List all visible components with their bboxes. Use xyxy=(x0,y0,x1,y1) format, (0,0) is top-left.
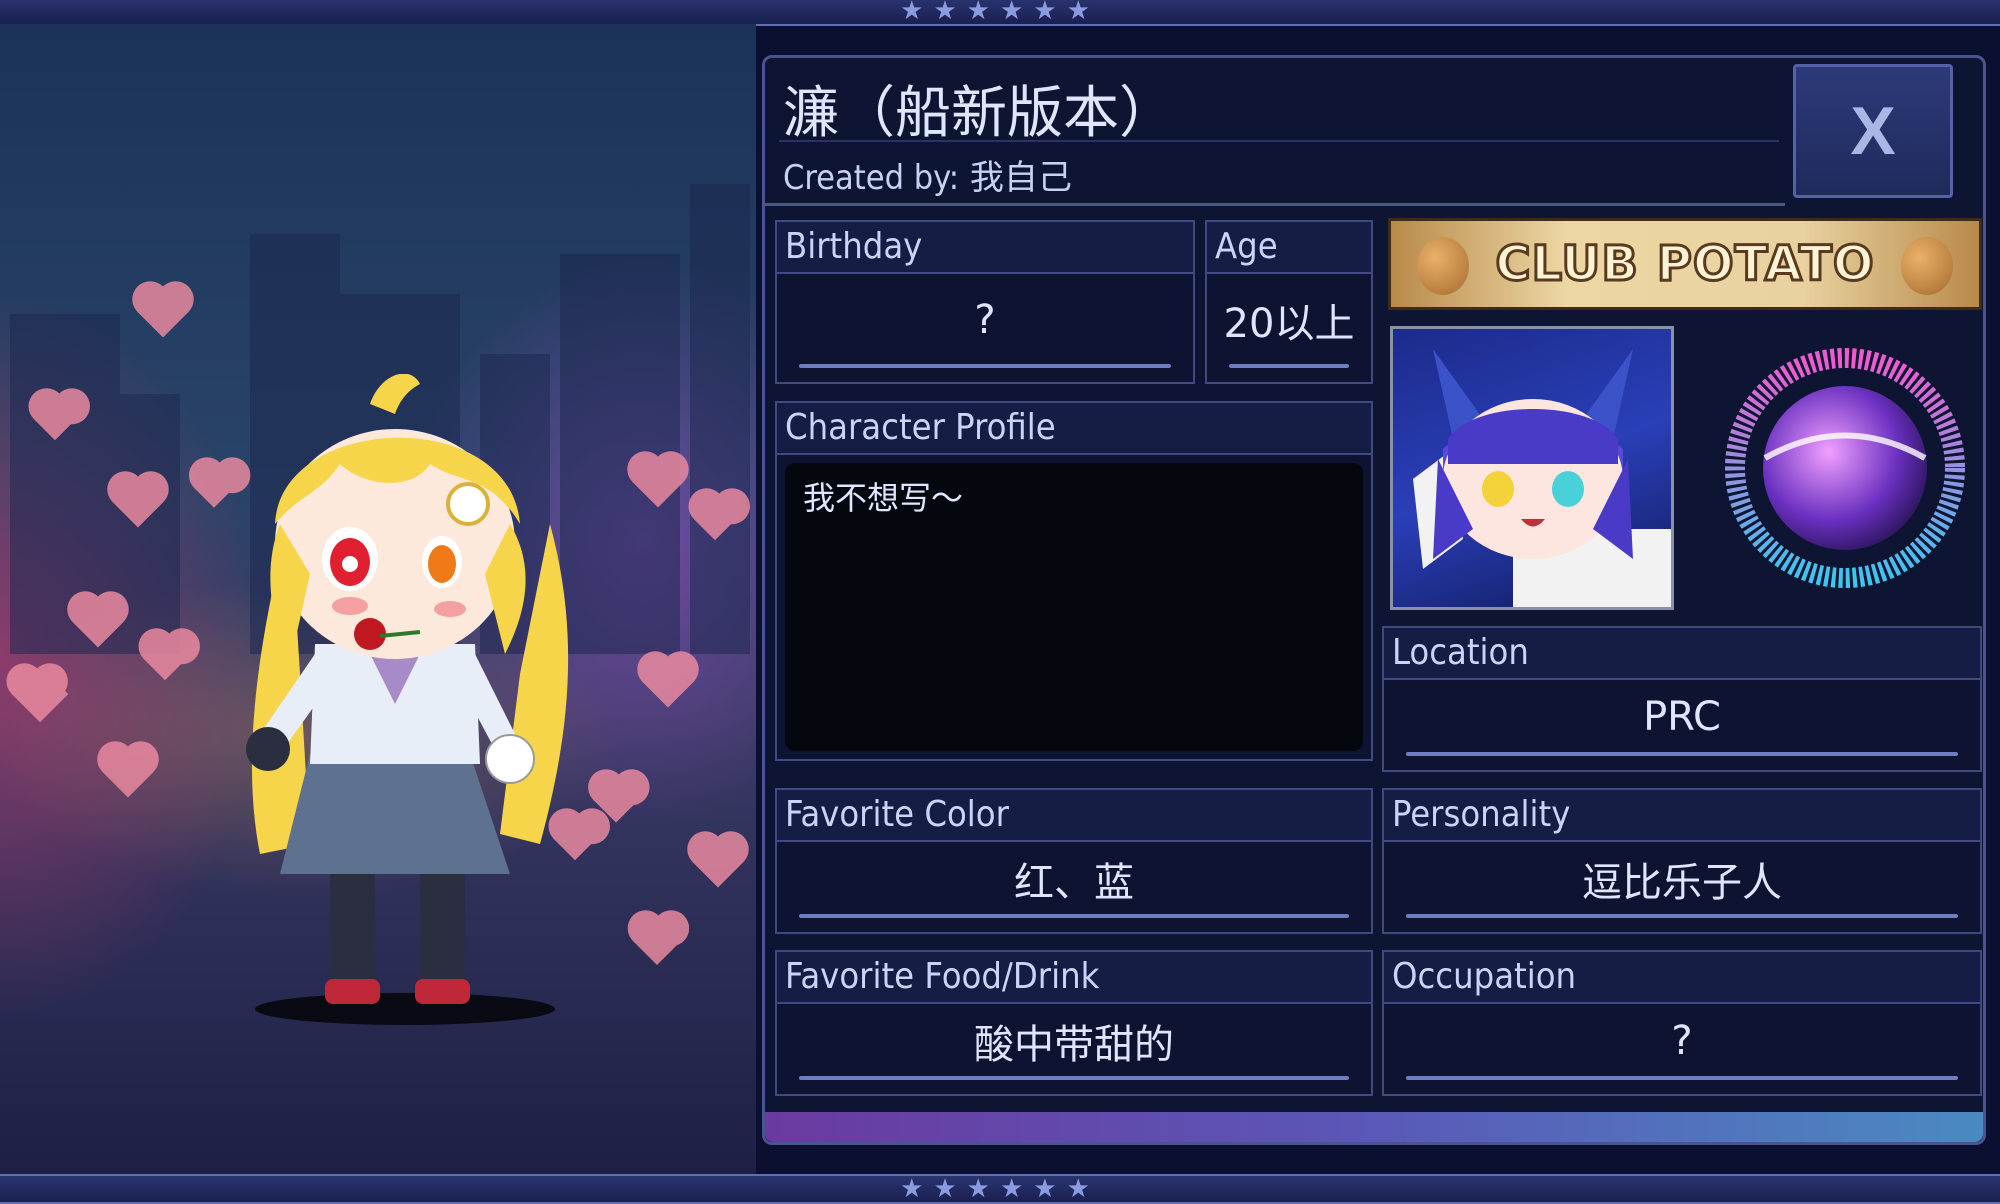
character-profile-label: Character Profile xyxy=(777,403,1371,455)
top-decor-bar: ★★★★★★ xyxy=(0,0,2000,26)
age-value[interactable]: 20以上 xyxy=(1207,274,1371,366)
location-field: Location PRC xyxy=(1382,626,1982,772)
personality-value[interactable]: 逗比乐子人 xyxy=(1384,842,1980,916)
panel-footer-bar xyxy=(765,1112,1983,1142)
created-by-label: Created by: xyxy=(783,158,960,198)
title-area: 濂（船新版本） Created by: 我自己 xyxy=(765,58,1785,206)
age-label: Age xyxy=(1207,222,1371,274)
occupation-field: Occupation ? xyxy=(1382,950,1982,1096)
favorite-color-value[interactable]: 红、蓝 xyxy=(777,842,1371,916)
character-profile-field: Character Profile 我不想写～ xyxy=(775,401,1373,761)
character-name: 濂（船新版本） xyxy=(783,81,1175,146)
personality-label: Personality xyxy=(1384,790,1980,842)
favorite-food-field: Favorite Food/Drink 酸中带甜的 xyxy=(775,950,1373,1096)
created-by-value: 我自己 xyxy=(969,158,1072,198)
character-scene xyxy=(0,24,756,1174)
occupation-value[interactable]: ? xyxy=(1384,1004,1980,1078)
location-value[interactable]: PRC xyxy=(1384,680,1980,754)
birthday-value[interactable]: ? xyxy=(777,274,1193,366)
birthday-field: Birthday ? xyxy=(775,220,1195,384)
favorite-color-label: Favorite Color xyxy=(777,790,1371,842)
profile-panel: 濂（船新版本） Created by: 我自己 X Birthday ? Age… xyxy=(762,55,1986,1145)
location-label: Location xyxy=(1384,628,1980,680)
club-potato-text: CLUB POTATO xyxy=(1494,235,1875,294)
occupation-label: Occupation xyxy=(1384,952,1980,1004)
character-profile-text[interactable]: 我不想写～ xyxy=(785,463,1363,751)
personality-field: Personality 逗比乐子人 xyxy=(1382,788,1982,934)
music-orb-emblem xyxy=(1725,348,1965,588)
favorite-color-field: Favorite Color 红、蓝 xyxy=(775,788,1373,934)
character-avatar xyxy=(1390,326,1674,610)
favorite-food-label: Favorite Food/Drink xyxy=(777,952,1371,1004)
favorite-food-value[interactable]: 酸中带甜的 xyxy=(777,1004,1371,1078)
chibi-character xyxy=(246,374,569,1025)
birthday-label: Birthday xyxy=(777,222,1193,274)
age-field: Age 20以上 xyxy=(1205,220,1373,384)
close-icon: X xyxy=(1850,93,1896,169)
created-by: Created by: 我自己 xyxy=(783,150,1072,199)
close-button[interactable]: X xyxy=(1793,64,1953,198)
club-potato-banner: CLUB POTATO xyxy=(1388,218,1982,310)
